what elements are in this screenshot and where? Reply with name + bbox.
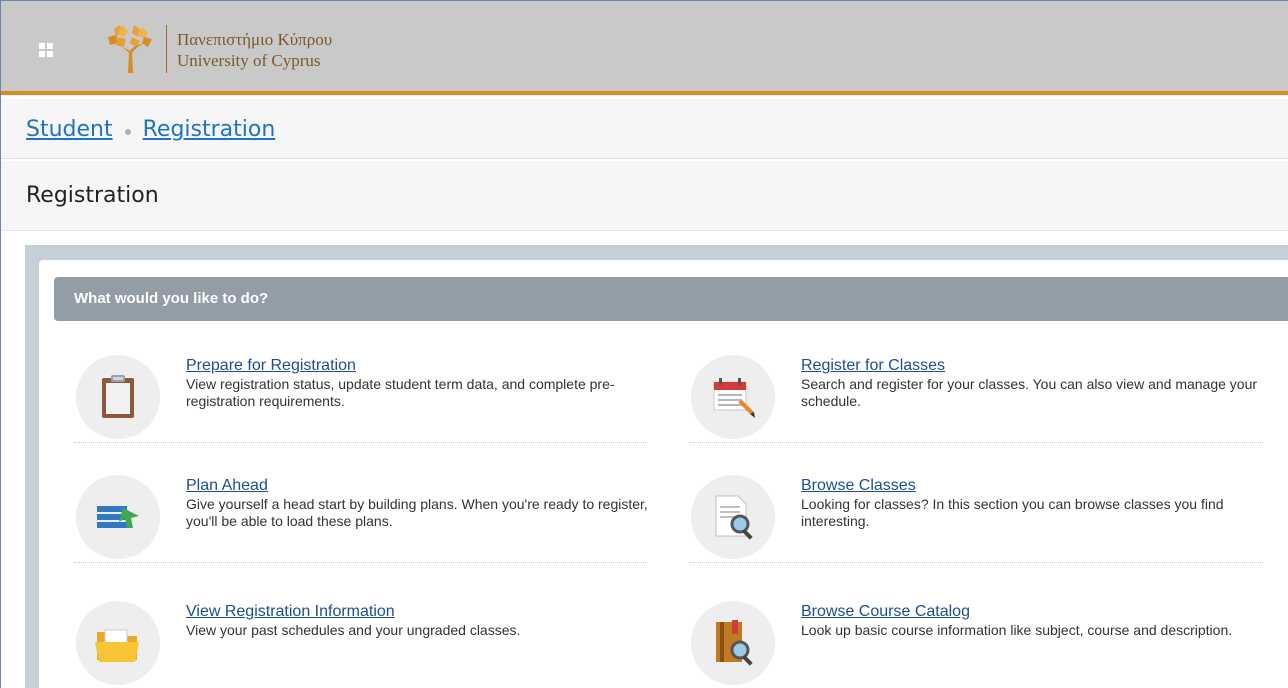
- title-bar: [1, 161, 1288, 231]
- app-frame: Πανεπιστήμιο Κύπρου University of Cyprus…: [0, 0, 1288, 688]
- book-search-icon: [716, 620, 753, 666]
- logo-divider: [166, 25, 167, 73]
- top-header: Πανεπιστήμιο Κύπρου University of Cyprus: [1, 1, 1288, 95]
- action-description: Look up basic course information like su…: [801, 622, 1233, 638]
- document-search-icon: [715, 495, 753, 540]
- action-register-classes[interactable]: Register for Classes Search and register…: [689, 355, 1263, 443]
- section-title: What would you like to do?: [74, 290, 269, 307]
- breadcrumb-student-link[interactable]: Student: [26, 117, 113, 142]
- action-label[interactable]: Plan Ahead: [186, 477, 268, 495]
- calendar-pencil-icon: [713, 378, 755, 418]
- list-arrow-icon: [97, 506, 139, 528]
- university-name-english: University of Cyprus: [177, 51, 321, 70]
- action-description: View registration status, update student…: [186, 376, 615, 409]
- breadcrumb-separator: [124, 128, 131, 135]
- action-icon-circle: [691, 355, 775, 439]
- action-label[interactable]: Browse Course Catalog: [801, 603, 970, 621]
- action-icon-circle: [76, 601, 160, 685]
- action-icon-circle: [76, 355, 160, 439]
- page-title: Registration: [26, 183, 159, 208]
- clipboard-icon: [102, 375, 134, 418]
- app-grid-menu-icon[interactable]: [39, 43, 53, 57]
- university-name-greek: Πανεπιστήμιο Κύπρου: [177, 30, 333, 49]
- action-browse-course-catalog[interactable]: Browse Course Catalog Look up basic cour…: [689, 601, 1263, 688]
- action-label[interactable]: Register for Classes: [801, 357, 945, 375]
- action-prepare-registration[interactable]: Prepare for Registration View registrati…: [74, 355, 648, 443]
- university-logo-icon: [108, 25, 152, 73]
- action-description: Looking for classes? In this section you…: [801, 496, 1224, 529]
- action-description: View your past schedules and your ungrad…: [186, 622, 521, 638]
- university-name: Πανεπιστήμιο Κύπρου University of Cyprus: [177, 29, 332, 71]
- action-icon-circle: [691, 475, 775, 559]
- action-icon-circle: [691, 601, 775, 685]
- folder-icon: [95, 629, 139, 662]
- action-label[interactable]: Prepare for Registration: [186, 357, 356, 375]
- action-view-registration-info[interactable]: View Registration Information View your …: [74, 601, 648, 688]
- action-description: Give yourself a head start by building p…: [186, 496, 648, 529]
- action-browse-classes[interactable]: Browse Classes Looking for classes? In t…: [689, 475, 1263, 563]
- breadcrumb: Student Registration: [26, 117, 275, 142]
- action-label[interactable]: Browse Classes: [801, 477, 916, 495]
- breadcrumb-registration-link[interactable]: Registration: [143, 117, 276, 142]
- action-plan-ahead[interactable]: Plan Ahead Give yourself a head start by…: [74, 475, 648, 563]
- action-label[interactable]: View Registration Information: [186, 603, 395, 621]
- action-icon-circle: [76, 475, 160, 559]
- action-description: Search and register for your classes. Yo…: [801, 376, 1258, 409]
